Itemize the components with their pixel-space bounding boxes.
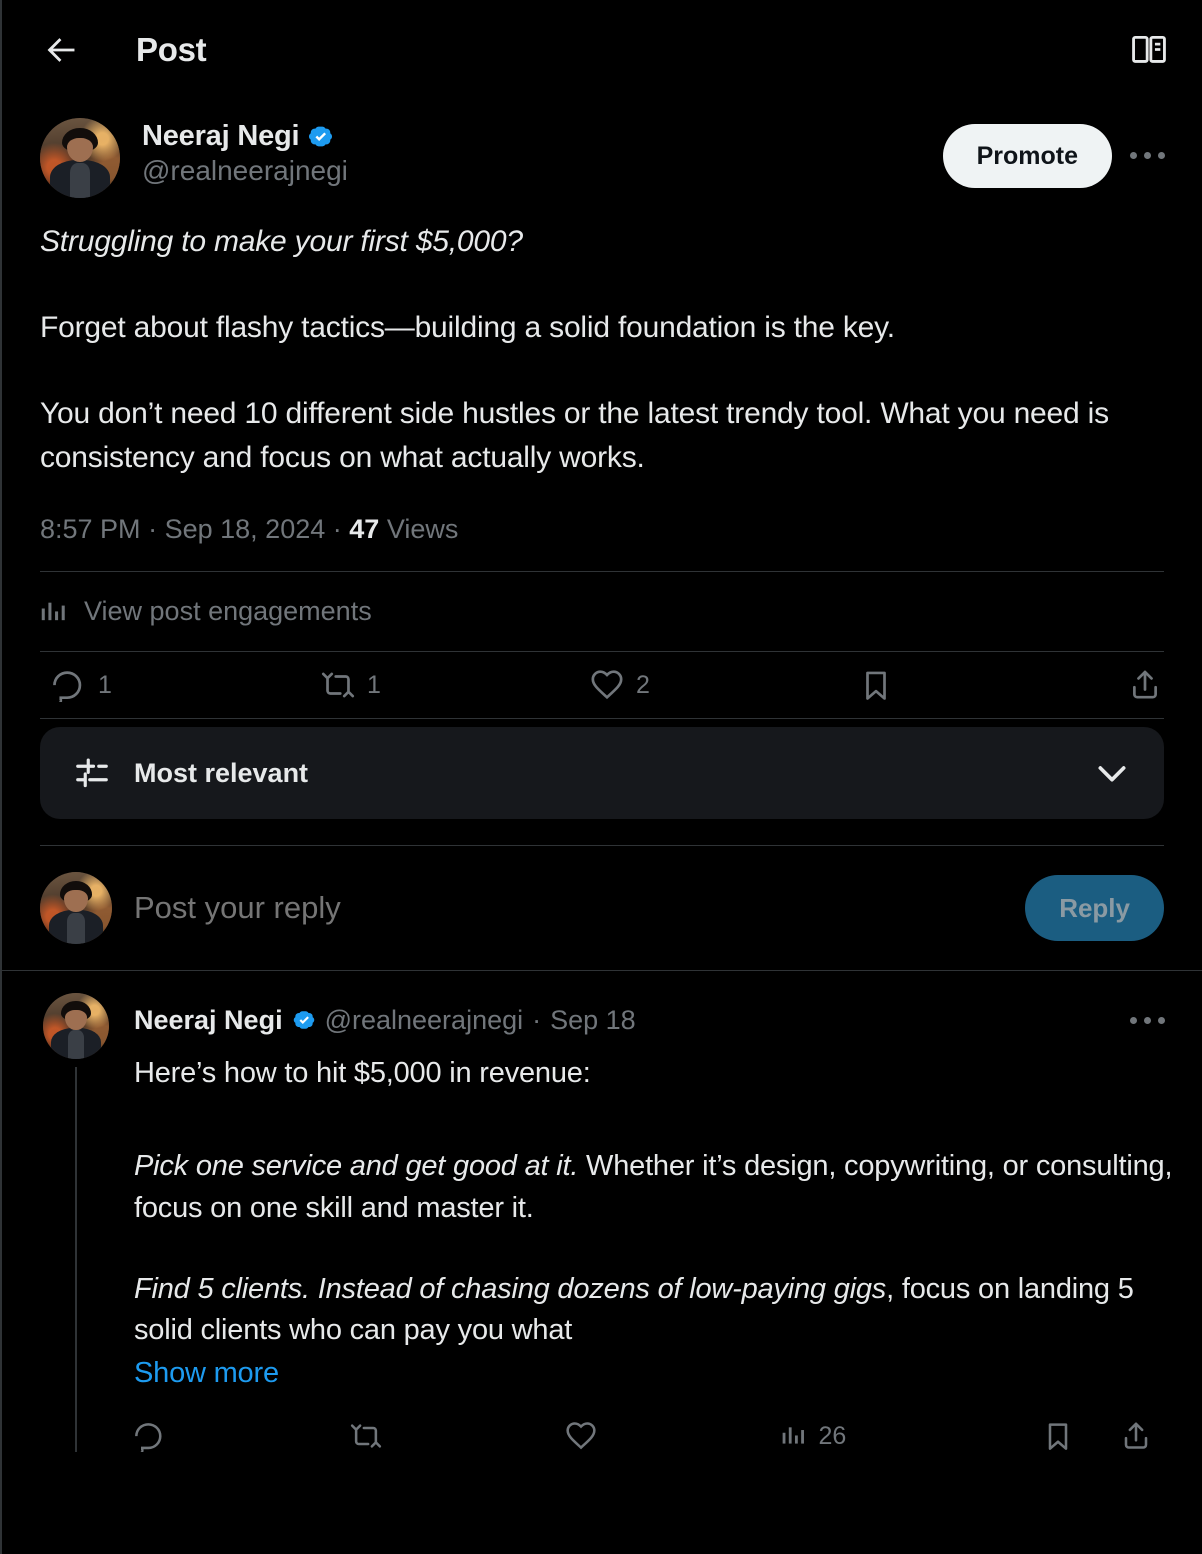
back-button[interactable] [34,23,88,77]
author-name-line: Neeraj Negi [142,120,348,153]
reply-avatar[interactable] [43,993,109,1060]
reply-date: Sep 18 [550,1004,636,1035]
reply-author-row: Neeraj Negi @realneerajnegi · Sep 18 [134,993,1174,1047]
promote-button[interactable]: Promote [942,124,1112,188]
avatar-face [64,890,88,912]
like-count: 2 [636,670,650,699]
show-more-link[interactable]: Show more [134,1353,279,1394]
post-more-options-button[interactable] [1120,128,1174,182]
reply-action-bar: 26 [134,1420,1174,1453]
avatar-shirt [68,1030,84,1060]
reply-content: Neeraj Negi @realneerajnegi · Sep 18 Her… [134,993,1174,1453]
post-date: Sep 18, 2024 [164,514,326,545]
share-icon [1133,670,1157,699]
bookmark-icon [866,671,886,701]
view-post-engagements-link[interactable]: View post engagements [2,572,1202,651]
sort-selector[interactable]: Most relevant [40,727,1164,820]
post-time: 8:57 PM [40,514,141,545]
page-title: Post [136,31,207,68]
reply-thread-column [40,993,112,1453]
bar-chart-icon [782,1427,804,1444]
avatar[interactable] [40,118,120,198]
share-icon [1124,1422,1148,1449]
verified-badge-icon [309,126,333,147]
thread-connector-line [75,1067,77,1453]
reply-separator: · [532,1004,542,1035]
repost-button[interactable]: 1 [321,668,590,702]
reply-body-text: Pick one service and get good at it. Whe… [134,1146,1174,1394]
post-paragraph-3: You don’t need 10 different side hustles… [40,397,1109,475]
views-label: Views [386,514,459,545]
bookmark-button[interactable] [859,668,1128,702]
reply-handle[interactable]: @realneerajnegi [325,1005,524,1036]
views-count: 47 [349,514,380,545]
chevron-down-icon [1098,766,1126,782]
post-paragraph-1: Struggling to make your first $5,000? [40,225,523,258]
bar-chart-icon [41,602,65,621]
reply-post: Neeraj Negi @realneerajnegi · Sep 18 Her… [2,971,1202,1453]
reply-block-1-italic: Pick one service and get good at it. [134,1150,579,1183]
verified-badge-icon [293,1011,314,1030]
reply-share-button[interactable] [1120,1420,1152,1452]
reply-icon [53,671,82,703]
reader-mode-icon [1132,35,1166,63]
reply-like-button[interactable] [565,1420,781,1452]
reply-block-1: Pick one service and get good at it. Whe… [134,1146,1174,1228]
post-meta: 8:57 PM · Sep 18, 2024 · 47 Views [2,480,1202,545]
avatar-shirt [67,912,85,945]
post-paragraph-2: Forget about flashy tactics—building a s… [40,311,895,345]
sort-section: Most relevant [2,719,1202,820]
repost-icon [321,672,355,698]
composer-avatar[interactable] [40,872,112,945]
heart-icon [591,670,623,700]
meta-dot-1: · [148,514,158,545]
reply-count: 1 [98,670,112,699]
heart-icon [566,1422,596,1450]
post-detail-screen: Post Neeraj Negi @realneerajnegi Promote… [0,0,1202,1554]
author-display-name[interactable]: Neeraj Negi [142,120,300,153]
reply-block-2: Find 5 clients. Instead of chasing dozen… [134,1269,1174,1351]
post-action-bar: 1 1 2 [2,652,1202,718]
reader-mode-button[interactable] [1124,25,1174,75]
like-button[interactable]: 2 [590,668,859,702]
reply-composer: Reply [2,846,1202,970]
more-options-icon [1129,151,1165,159]
reply-more-options-button[interactable] [1120,993,1174,1047]
meta-dot-2: · [332,514,342,545]
avatar-face [65,1009,87,1030]
avatar-shirt [70,162,90,198]
reply-repost-button[interactable] [350,1420,566,1452]
arrow-left-icon [47,38,75,62]
author-handle[interactable]: @realneerajnegi [142,155,348,187]
app-header: Post [2,0,1202,100]
reply-bookmark-button[interactable] [1042,1420,1074,1452]
post-author-row: Neeraj Negi @realneerajnegi Promote [2,100,1202,198]
share-button[interactable] [1128,668,1162,702]
author-meta: Neeraj Negi @realneerajnegi [142,118,348,187]
reply-button[interactable]: 1 [52,668,321,703]
reply-display-name[interactable]: Neeraj Negi [134,1005,283,1036]
reply-views-count: 26 [818,1421,847,1450]
reply-icon [135,1423,162,1453]
reply-views-button[interactable]: 26 [781,1422,997,1451]
post-text: Struggling to make your first $5,000? Fo… [2,198,1202,480]
reply-reply-button[interactable] [134,1420,350,1453]
bookmark-icon [1048,1423,1068,1451]
engagements-label: View post engagements [84,596,372,627]
sort-label: Most relevant [134,757,309,788]
sliders-icon [76,758,108,788]
reply-input[interactable] [134,890,1026,927]
repost-count: 1 [367,670,381,699]
reply-lead-text: Here’s how to hit $5,000 in revenue: [134,1057,591,1090]
reply-submit-button[interactable]: Reply [1025,875,1164,942]
reply-block-2-italic: Find 5 clients. Instead of chasing dozen… [134,1272,887,1305]
more-options-icon [1129,1016,1165,1024]
repost-icon [350,1424,381,1448]
